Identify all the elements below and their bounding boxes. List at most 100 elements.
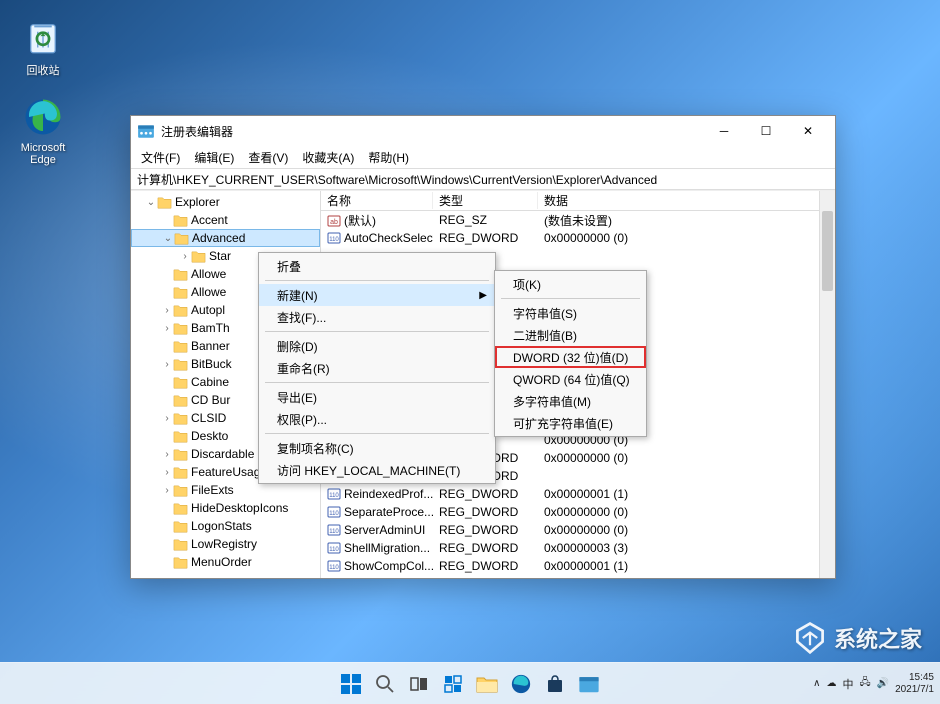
desktop-icon-recycle-bin[interactable]: 回收站	[8, 16, 78, 78]
tree-item[interactable]: LogonStats	[131, 517, 320, 535]
value-type: REG_DWORD	[433, 541, 538, 555]
list-row[interactable]: 110ServerAdminUIREG_DWORD0x00000000 (0)	[321, 521, 835, 539]
expander-icon[interactable]: ›	[161, 359, 173, 370]
menu-item[interactable]: 项(K)	[495, 273, 646, 295]
value-type: REG_DWORD	[433, 523, 538, 537]
value-name: AutoCheckSelect	[344, 231, 433, 245]
menu-item[interactable]: 多字符串值(M)	[495, 390, 646, 412]
folder-icon	[191, 250, 206, 263]
menu-item[interactable]: 新建(N)▶	[259, 284, 495, 306]
menu-help[interactable]: 帮助(H)	[362, 147, 415, 168]
menu-item[interactable]: 删除(D)	[259, 335, 495, 357]
store-icon[interactable]	[541, 670, 569, 698]
folder-icon	[157, 196, 172, 209]
value-type: REG_DWORD	[433, 505, 538, 519]
tree-item[interactable]: MenuOrder	[131, 553, 320, 571]
value-data: 0x00000000 (0)	[538, 505, 835, 519]
menu-view[interactable]: 查看(V)	[242, 147, 294, 168]
scrollbar-vertical[interactable]	[819, 191, 835, 578]
value-type: REG_DWORD	[433, 231, 538, 245]
menu-item[interactable]: 权限(P)...	[259, 408, 495, 430]
start-button[interactable]	[337, 670, 365, 698]
close-button[interactable]: ✕	[787, 117, 829, 145]
explorer-icon[interactable]	[473, 670, 501, 698]
folder-icon	[173, 322, 188, 335]
tree-label: Allowe	[191, 267, 226, 281]
expander-icon[interactable]: ⌄	[162, 233, 174, 244]
tray-onedrive-icon[interactable]: ☁	[826, 678, 836, 689]
system-tray[interactable]: ∧ ☁ 中 🖧 🔊 15:45 2021/7/1	[813, 672, 934, 696]
menu-file[interactable]: 文件(F)	[135, 147, 186, 168]
folder-icon	[173, 412, 188, 425]
menu-item[interactable]: 折叠	[259, 255, 495, 277]
tray-clock[interactable]: 15:45 2021/7/1	[895, 672, 934, 696]
tree-label: CLSID	[191, 411, 226, 425]
expander-icon[interactable]: ›	[161, 413, 173, 424]
menu-item[interactable]: DWORD (32 位)值(D)	[495, 346, 646, 368]
list-row[interactable]: 110ShellMigration...REG_DWORD0x00000003 …	[321, 539, 835, 557]
menu-item[interactable]: QWORD (64 位)值(Q)	[495, 368, 646, 390]
tree-label: HideDesktopIcons	[191, 501, 288, 515]
value-data: 0x00000000 (0)	[538, 523, 835, 537]
menu-item[interactable]: 可扩充字符串值(E)	[495, 412, 646, 434]
regedit-taskbar-icon[interactable]	[575, 670, 603, 698]
list-row[interactable]: 110SeparateProce...REG_DWORD0x00000000 (…	[321, 503, 835, 521]
value-data: 0x00000003 (3)	[538, 541, 835, 555]
minimize-button[interactable]: ─	[703, 117, 745, 145]
folder-icon	[173, 484, 188, 497]
menu-separator	[265, 331, 489, 332]
menu-item-label: 导出(E)	[277, 389, 317, 406]
context-menu-new: 项(K) 字符串值(S)二进制值(B) DWORD (32 位)值(D) QWORD …	[494, 270, 647, 437]
tree-label: Autopl	[191, 303, 225, 317]
col-header-data[interactable]: 数据	[538, 192, 835, 209]
expander-icon[interactable]: ›	[161, 485, 173, 496]
tree-item[interactable]: ⌄Advanced	[131, 229, 320, 247]
list-row[interactable]: ab(默认)REG_SZ(数值未设置)	[321, 211, 835, 229]
expander-icon[interactable]: ›	[179, 251, 191, 262]
expander-icon[interactable]: ›	[161, 305, 173, 316]
list-header[interactable]: 名称 类型 数据	[321, 191, 835, 211]
list-row[interactable]: 110ReindexedProf...REG_DWORD0x00000001 (…	[321, 485, 835, 503]
menu-item[interactable]: 复制项名称(C)	[259, 437, 495, 459]
titlebar[interactable]: 注册表编辑器 ─ ☐ ✕	[131, 116, 835, 146]
task-view-icon[interactable]	[405, 670, 433, 698]
menu-item-label: DWORD (32 位)值(D)	[513, 349, 628, 366]
menu-item[interactable]: 重命名(R)	[259, 357, 495, 379]
edge-taskbar-icon[interactable]	[507, 670, 535, 698]
tray-volume-icon[interactable]: 🔊	[877, 678, 889, 689]
search-icon[interactable]	[371, 670, 399, 698]
menu-edit[interactable]: 编辑(E)	[188, 147, 240, 168]
menu-item[interactable]: 字符串值(S)	[495, 302, 646, 324]
folder-icon	[173, 358, 188, 371]
col-header-name[interactable]: 名称	[321, 192, 433, 209]
tree-item[interactable]: Accent	[131, 211, 320, 229]
scrollbar-thumb[interactable]	[822, 211, 833, 291]
menu-item[interactable]: 二进制值(B)	[495, 324, 646, 346]
tree-label: Allowe	[191, 285, 226, 299]
menu-item[interactable]: 导出(E)	[259, 386, 495, 408]
col-header-type[interactable]: 类型	[433, 192, 538, 209]
expander-icon[interactable]: ›	[161, 323, 173, 334]
tray-chevron-icon[interactable]: ∧	[813, 678, 820, 689]
svg-text:ab: ab	[330, 219, 338, 226]
tree-item[interactable]: ⌄Explorer	[131, 193, 320, 211]
tray-network-icon[interactable]: 🖧	[859, 675, 870, 692]
menu-item[interactable]: 访问 HKEY_LOCAL_MACHINE(T)	[259, 459, 495, 481]
tree-label: CD Bur	[191, 393, 230, 407]
menu-item[interactable]: 查找(F)...	[259, 306, 495, 328]
tree-item[interactable]: LowRegistry	[131, 535, 320, 553]
expander-icon[interactable]: ›	[161, 467, 173, 478]
folder-icon	[173, 502, 188, 515]
expander-icon[interactable]: ›	[161, 449, 173, 460]
maximize-button[interactable]: ☐	[745, 117, 787, 145]
address-bar[interactable]: 计算机\HKEY_CURRENT_USER\Software\Microsoft…	[131, 168, 835, 190]
widgets-icon[interactable]	[439, 670, 467, 698]
desktop-icon-edge[interactable]: Microsoft Edge	[8, 96, 78, 166]
menu-favorites[interactable]: 收藏夹(A)	[296, 147, 360, 168]
tray-ime-icon[interactable]: 中	[842, 676, 853, 692]
tree-item[interactable]: HideDesktopIcons	[131, 499, 320, 517]
list-row[interactable]: 110ShowCompCol...REG_DWORD0x00000001 (1)	[321, 557, 835, 575]
taskbar[interactable]: ∧ ☁ 中 🖧 🔊 15:45 2021/7/1	[0, 662, 940, 704]
list-row[interactable]: 110AutoCheckSelectREG_DWORD0x00000000 (0…	[321, 229, 835, 247]
expander-icon[interactable]: ⌄	[145, 197, 157, 208]
